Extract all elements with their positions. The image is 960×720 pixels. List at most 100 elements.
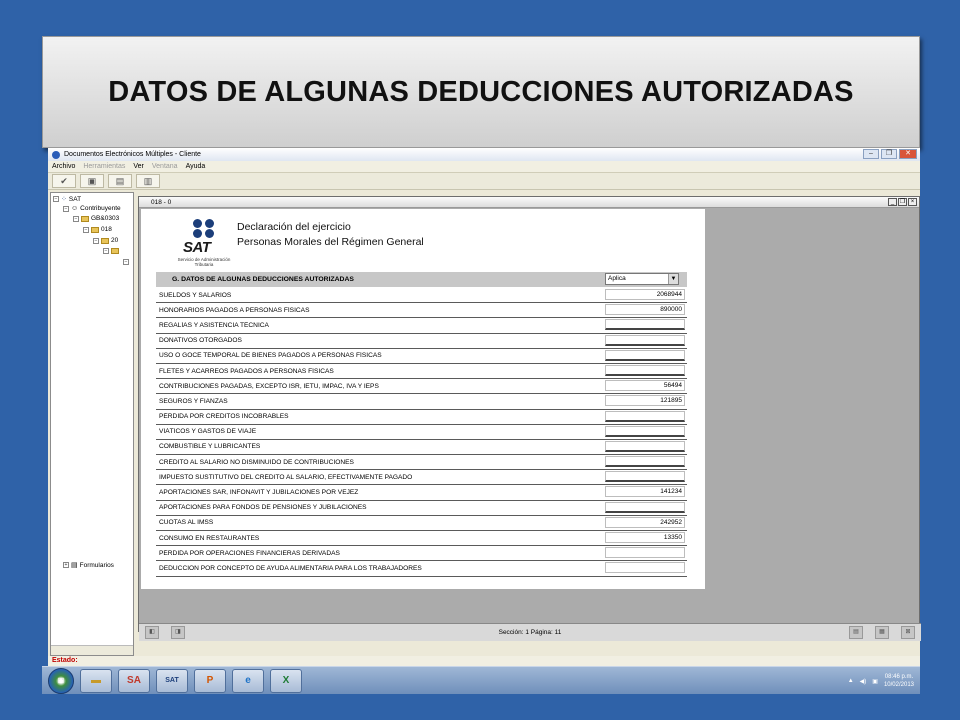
lock-icon[interactable]: ▣ — [80, 174, 104, 188]
menubar: Archivo Herramientas Ver Ventana Ayuda — [48, 161, 920, 173]
table-row: HONORARIOS PAGADOS A PERSONAS FÍSICAS 890… — [156, 303, 687, 319]
tree-horizontal-scrollbar[interactable] — [51, 645, 133, 655]
minimize-button[interactable]: – — [863, 149, 879, 159]
previous-page-button[interactable]: ◧ — [145, 626, 159, 639]
print-icon[interactable]: ▥ — [136, 174, 160, 188]
deduction-amount-field[interactable]: 890000 — [605, 304, 685, 316]
tree-item-formularios[interactable]: + ▤ Formularios — [63, 561, 114, 569]
table-row: DONATIVOS OTORGADOS — [156, 334, 687, 349]
powerpoint-taskbar-button[interactable]: P — [194, 668, 226, 693]
sat-taskbar-button[interactable]: SAT — [156, 668, 188, 693]
restore-button[interactable]: ❐ — [881, 149, 897, 159]
collapse-icon[interactable]: − — [93, 237, 99, 244]
sat-logo: SAT Servicio de Administración Tributari… — [175, 219, 233, 271]
doc-minimize-button[interactable]: _ — [888, 198, 897, 206]
folder-icon — [81, 215, 89, 222]
chevron-down-icon[interactable]: ▼ — [668, 274, 678, 284]
sat-tree-icon: ⁘ — [61, 196, 67, 203]
table-row: DEDUCCIÓN POR CONCEPTO DE AYUDA ALIMENTA… — [156, 561, 687, 577]
tree-item-018[interactable]: − 018 — [83, 226, 112, 233]
deduction-amount-field[interactable] — [605, 410, 685, 422]
expand-icon[interactable]: + — [63, 562, 69, 568]
tree-item-leaf[interactable]: − — [123, 259, 129, 265]
deduction-label: CRÉDITO AL SALARIO NO DISMINUIDO DE CONT… — [159, 458, 354, 466]
deduction-amount-field[interactable] — [605, 501, 685, 513]
declaration-subtitle: Personas Morales del Régimen General — [237, 236, 424, 248]
next-page-button[interactable]: ◨ — [171, 626, 185, 639]
explorer-taskbar-button[interactable]: ▬ — [80, 668, 112, 693]
menu-ventana[interactable]: Ventana — [152, 163, 178, 170]
folder-icon — [111, 248, 119, 254]
deduction-label: DONATIVOS OTORGADOS — [159, 337, 242, 345]
collapse-icon[interactable]: − — [83, 226, 89, 233]
tray-arrow-icon[interactable]: ▲ — [848, 678, 854, 684]
system-tray: ▲ ◀) ▣ 08:46 p.m. 10/02/2013 — [848, 669, 914, 693]
page-action-button-1[interactable]: ▤ — [849, 626, 863, 639]
check-icon[interactable]: ✔ — [52, 174, 76, 188]
volume-icon[interactable]: ◀) — [860, 678, 867, 685]
tree-item-sat[interactable]: − ⁘ SAT — [53, 195, 81, 203]
deduction-amount-field[interactable] — [605, 456, 685, 468]
tree-item-contribuyente[interactable]: − ☺ Contribuyente — [63, 205, 121, 212]
deduction-amount-field[interactable] — [605, 334, 685, 346]
deductions-table: SUELDOS Y SALARIOS 2068944 HONORARIOS PAGA… — [156, 288, 687, 577]
deduction-amount-field[interactable]: 242952 — [605, 516, 685, 528]
close-button[interactable]: ✕ — [899, 149, 917, 159]
deduction-amount-field[interactable] — [605, 425, 685, 437]
table-row: VIÁTICOS Y GASTOS DE VIAJE — [156, 425, 687, 440]
declaration-title: Declaración del ejercicio — [237, 221, 351, 233]
deduction-amount-field[interactable] — [605, 562, 685, 574]
collapse-icon[interactable]: − — [63, 205, 69, 212]
deduction-amount-field[interactable]: 13350 — [605, 532, 685, 543]
deduction-label: REGALÍAS Y ASISTENCIA TÉCNICA — [159, 321, 269, 329]
menu-ayuda[interactable]: Ayuda — [186, 163, 206, 170]
deduction-label: USO O GOCE TEMPORAL DE BIENES PAGADOS A … — [159, 352, 382, 360]
forms-icon: ▤ — [71, 562, 78, 569]
internet-explorer-taskbar-button[interactable]: e — [232, 668, 264, 693]
page-action-button-2[interactable]: ▦ — [875, 626, 889, 639]
form-page: SAT Servicio de Administración Tributari… — [141, 209, 705, 589]
deduction-amount-field[interactable] — [605, 547, 685, 559]
menu-ver[interactable]: Ver — [133, 163, 144, 170]
table-row: APORTACIONES SAR, INFONAVIT Y JUBILACION… — [156, 485, 687, 501]
section-title: G. DATOS DE ALGUNAS DEDUCCIONES AUTORIZA… — [172, 276, 354, 283]
deduction-label: HONORARIOS PAGADOS A PERSONAS FÍSICAS — [159, 306, 310, 314]
tree-item-rfc[interactable]: − GB&0303 — [73, 215, 119, 222]
document-status-bar: ◧ ◨ Sección: 1 Página: 11 ▤ ▦ ⊠ — [139, 623, 921, 641]
collapse-icon[interactable]: − — [123, 259, 129, 265]
deduction-amount-field[interactable] — [605, 364, 685, 376]
document-icon[interactable]: ▤ — [108, 174, 132, 188]
deduction-amount-field[interactable] — [605, 440, 685, 452]
menu-archivo[interactable]: Archivo — [52, 163, 75, 170]
table-row: IMPUESTO SUSTITUTIVO DEL CRÉDITO AL SALA… — [156, 470, 687, 486]
deduction-amount-field[interactable] — [605, 319, 685, 331]
table-row: USO O GOCE TEMPORAL DE BIENES PAGADOS A … — [156, 349, 687, 364]
page-action-button-3[interactable]: ⊠ — [901, 626, 915, 639]
deduction-amount-field[interactable]: 56494 — [605, 380, 685, 392]
menu-herramientas[interactable]: Herramientas — [83, 163, 125, 170]
network-icon[interactable]: ▣ — [872, 678, 878, 685]
deduction-amount-field[interactable] — [605, 349, 685, 361]
toolbar: ✔ ▣ ▤ ▥ — [48, 173, 920, 190]
table-row: FLETES Y ACARREOS PAGADOS A PERSONAS FÍS… — [156, 364, 687, 380]
collapse-icon[interactable]: − — [73, 215, 79, 222]
sa-taskbar-button[interactable]: SA — [118, 668, 150, 693]
start-button[interactable]: ⊞ — [48, 667, 74, 694]
table-row: SEGUROS Y FIANZAS 121895 — [156, 394, 687, 410]
tree-item-subfolder[interactable]: − — [103, 248, 119, 254]
collapse-icon[interactable]: − — [53, 196, 59, 202]
deduction-amount-field[interactable]: 2068944 — [605, 289, 685, 300]
deduction-amount-field[interactable]: 121895 — [605, 395, 685, 407]
deduction-label: PÉRDIDA POR CRÉDITOS INCOBRABLES — [159, 413, 289, 421]
aplica-select[interactable]: Aplica ▼ — [605, 273, 679, 285]
doc-restore-button[interactable]: ❐ — [898, 198, 907, 206]
tree-item-20[interactable]: − 20 — [93, 237, 118, 244]
deduction-amount-field[interactable] — [605, 471, 685, 483]
clock[interactable]: 08:46 p.m. 10/02/2013 — [884, 673, 914, 689]
doc-close-button[interactable]: × — [908, 198, 917, 206]
section-header: G. DATOS DE ALGUNAS DEDUCCIONES AUTORIZA… — [156, 272, 687, 287]
excel-taskbar-button[interactable]: X — [270, 668, 302, 693]
app-window: Documentos Electrónicos Múltiples - Clie… — [48, 148, 921, 666]
collapse-icon[interactable]: − — [103, 248, 109, 254]
deduction-amount-field[interactable]: 141234 — [605, 486, 685, 498]
